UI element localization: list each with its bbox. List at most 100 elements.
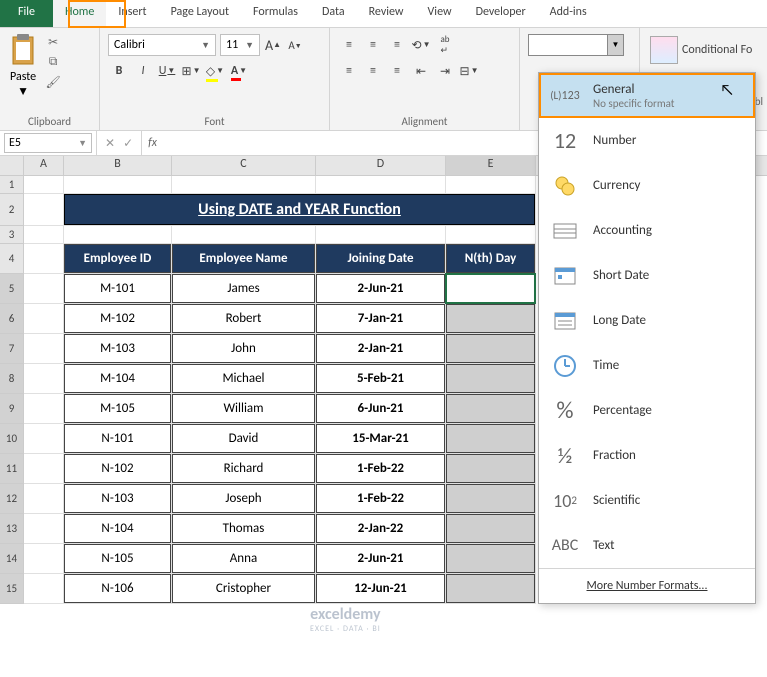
cell[interactable] (446, 514, 536, 544)
cell[interactable] (64, 176, 172, 194)
row-header[interactable]: 9 (0, 394, 24, 424)
col-header-d[interactable]: D (316, 156, 446, 175)
format-number[interactable]: 12 Number (539, 118, 755, 163)
font-color-button[interactable]: A▼ (228, 60, 250, 82)
cell[interactable]: 1-Feb-22 (316, 484, 446, 514)
cell[interactable]: M-105 (64, 394, 172, 424)
col-header-e[interactable]: E (446, 156, 536, 175)
row-header[interactable]: 6 (0, 304, 24, 334)
tab-review[interactable]: Review (357, 0, 416, 27)
cell[interactable]: 12-Jun-21 (316, 574, 446, 604)
border-button[interactable]: ⊞▼ (180, 60, 202, 82)
cell[interactable]: N-106 (64, 574, 172, 604)
row-header[interactable]: 7 (0, 334, 24, 364)
format-currency[interactable]: Currency (539, 163, 755, 208)
align-right-button[interactable]: ≡ (386, 60, 408, 82)
name-box[interactable]: E5 ▼ (4, 133, 92, 153)
format-scientific[interactable]: 102 Scientific (539, 478, 755, 523)
cell[interactable] (24, 176, 64, 194)
format-accounting[interactable]: Accounting (539, 208, 755, 253)
cell[interactable] (446, 424, 536, 454)
number-format-combo[interactable]: ▼ (528, 34, 624, 56)
cell[interactable] (446, 454, 536, 484)
format-general[interactable]: (L)123 General No specific format (539, 73, 755, 118)
format-text[interactable]: ABC Text (539, 523, 755, 568)
row-header[interactable]: 13 (0, 514, 24, 544)
row-header[interactable]: 3 (0, 226, 24, 244)
cell[interactable] (24, 334, 64, 364)
enter-icon[interactable]: ✓ (119, 136, 137, 151)
paste-button[interactable]: Paste ▼ (6, 32, 40, 101)
tab-file[interactable]: File (0, 0, 53, 27)
cell[interactable]: M-104 (64, 364, 172, 394)
cell[interactable] (446, 334, 536, 364)
cell[interactable]: 15-Mar-21 (316, 424, 446, 454)
cell[interactable]: 2-Jan-21 (316, 334, 446, 364)
cell[interactable] (24, 364, 64, 394)
cell[interactable]: Richard (172, 454, 316, 484)
fill-color-button[interactable]: ◇▼ (204, 60, 226, 82)
cell[interactable]: Michael (172, 364, 316, 394)
row-header[interactable]: 5 (0, 274, 24, 304)
cell[interactable] (24, 574, 64, 604)
align-center-button[interactable]: ≡ (362, 60, 384, 82)
select-all-corner[interactable] (0, 156, 24, 175)
cell[interactable]: N-103 (64, 484, 172, 514)
cell[interactable]: M-101 (64, 274, 172, 304)
copy-icon[interactable]: ⧉ (44, 54, 62, 70)
cell[interactable] (24, 304, 64, 334)
cell[interactable]: M-103 (64, 334, 172, 364)
tab-data[interactable]: Data (310, 0, 357, 27)
cell[interactable] (446, 394, 536, 424)
col-header-b[interactable]: B (64, 156, 172, 175)
row-header[interactable]: 15 (0, 574, 24, 604)
cell[interactable]: N-104 (64, 514, 172, 544)
col-header-a[interactable]: A (24, 156, 64, 175)
cell[interactable] (446, 574, 536, 604)
row-header[interactable]: 1 (0, 176, 24, 194)
format-painter-icon[interactable]: 🖌 (44, 74, 62, 90)
tab-view[interactable]: View (416, 0, 464, 27)
cell[interactable] (446, 226, 536, 244)
tab-home[interactable]: Home (53, 0, 106, 27)
orientation-button[interactable]: ⟲▼ (410, 34, 432, 56)
format-fraction[interactable]: ½ Fraction (539, 433, 755, 478)
cell[interactable]: John (172, 334, 316, 364)
cell[interactable] (24, 484, 64, 514)
cell[interactable]: M-102 (64, 304, 172, 334)
align-bottom-button[interactable]: ≡ (386, 34, 408, 56)
cut-icon[interactable]: ✂ (44, 34, 62, 50)
italic-button[interactable]: I (132, 60, 154, 82)
cell[interactable] (446, 544, 536, 574)
cell[interactable] (446, 484, 536, 514)
cell[interactable] (172, 176, 316, 194)
cell[interactable]: Thomas (172, 514, 316, 544)
format-long-date[interactable]: Long Date (539, 298, 755, 343)
wrap-text-button[interactable]: ab↵ (434, 34, 456, 56)
align-top-button[interactable]: ≡ (338, 34, 360, 56)
cell[interactable]: N-105 (64, 544, 172, 574)
cell[interactable]: Cristopher (172, 574, 316, 604)
decrease-font-button[interactable]: A▼ (284, 34, 306, 56)
cancel-icon[interactable]: ✕ (101, 136, 119, 151)
underline-button[interactable]: U▼ (156, 60, 178, 82)
cell[interactable]: 6-Jun-21 (316, 394, 446, 424)
cell[interactable]: Joining Date (316, 244, 446, 274)
col-header-c[interactable]: C (172, 156, 316, 175)
cell[interactable] (24, 274, 64, 304)
increase-indent-button[interactable]: ⇥ (434, 60, 456, 82)
cell[interactable]: 1-Feb-22 (316, 454, 446, 484)
cell[interactable]: 7-Jan-21 (316, 304, 446, 334)
cell[interactable]: Employee Name (172, 244, 316, 274)
format-time[interactable]: Time (539, 343, 755, 388)
cell[interactable]: 2-Jun-21 (316, 274, 446, 304)
conditional-formatting-button[interactable]: Conditional Fo (646, 32, 756, 68)
cell[interactable] (24, 454, 64, 484)
cell[interactable]: N-101 (64, 424, 172, 454)
cell[interactable] (446, 364, 536, 394)
tab-formulas[interactable]: Formulas (241, 0, 310, 27)
fx-label[interactable]: fx (142, 136, 163, 150)
cell[interactable] (24, 244, 64, 274)
bold-button[interactable]: B (108, 60, 130, 82)
cell[interactable] (24, 194, 64, 226)
